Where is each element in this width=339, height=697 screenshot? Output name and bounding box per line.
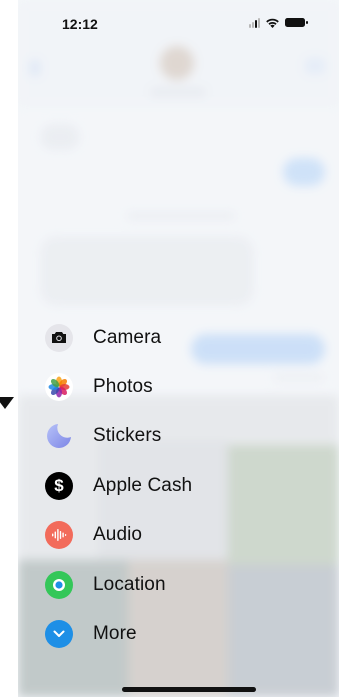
status-bar: 12:12 — [18, 0, 339, 44]
menu-item-stickers[interactable]: Stickers — [18, 412, 278, 461]
menu-item-label: More — [93, 623, 137, 645]
menu-item-label: Stickers — [93, 425, 162, 447]
menu-item-label: Apple Cash — [93, 474, 193, 496]
menu-item-photos[interactable]: Photos — [18, 362, 278, 411]
home-indicator[interactable] — [122, 687, 256, 692]
chevron-down-icon — [45, 620, 73, 649]
status-time: 12:12 — [62, 16, 98, 32]
camera-icon — [45, 323, 73, 352]
menu-item-label: Audio — [93, 524, 143, 546]
location-icon — [45, 570, 73, 599]
menu-item-apple-cash[interactable]: $ Apple Cash — [18, 461, 278, 510]
battery-icon — [285, 18, 308, 27]
menu-item-audio[interactable]: Audio — [18, 511, 278, 560]
cursor-pointer-icon — [0, 397, 14, 409]
menu-item-label: Camera — [93, 326, 162, 348]
stickers-icon — [45, 422, 73, 450]
menu-item-label: Photos — [93, 376, 153, 398]
cellular-signal-icon — [249, 17, 260, 28]
apple-cash-icon: $ — [45, 471, 73, 500]
attachment-menu: Camera Photos Stickers $ Apple Cash Audi… — [18, 313, 278, 659]
wifi-icon — [266, 18, 279, 28]
menu-item-more[interactable]: More — [18, 609, 278, 658]
menu-item-camera[interactable]: Camera — [18, 313, 278, 362]
audio-icon — [45, 521, 73, 550]
menu-item-label: Location — [93, 573, 166, 595]
photos-icon — [45, 373, 73, 402]
menu-item-location[interactable]: Location — [18, 560, 278, 609]
